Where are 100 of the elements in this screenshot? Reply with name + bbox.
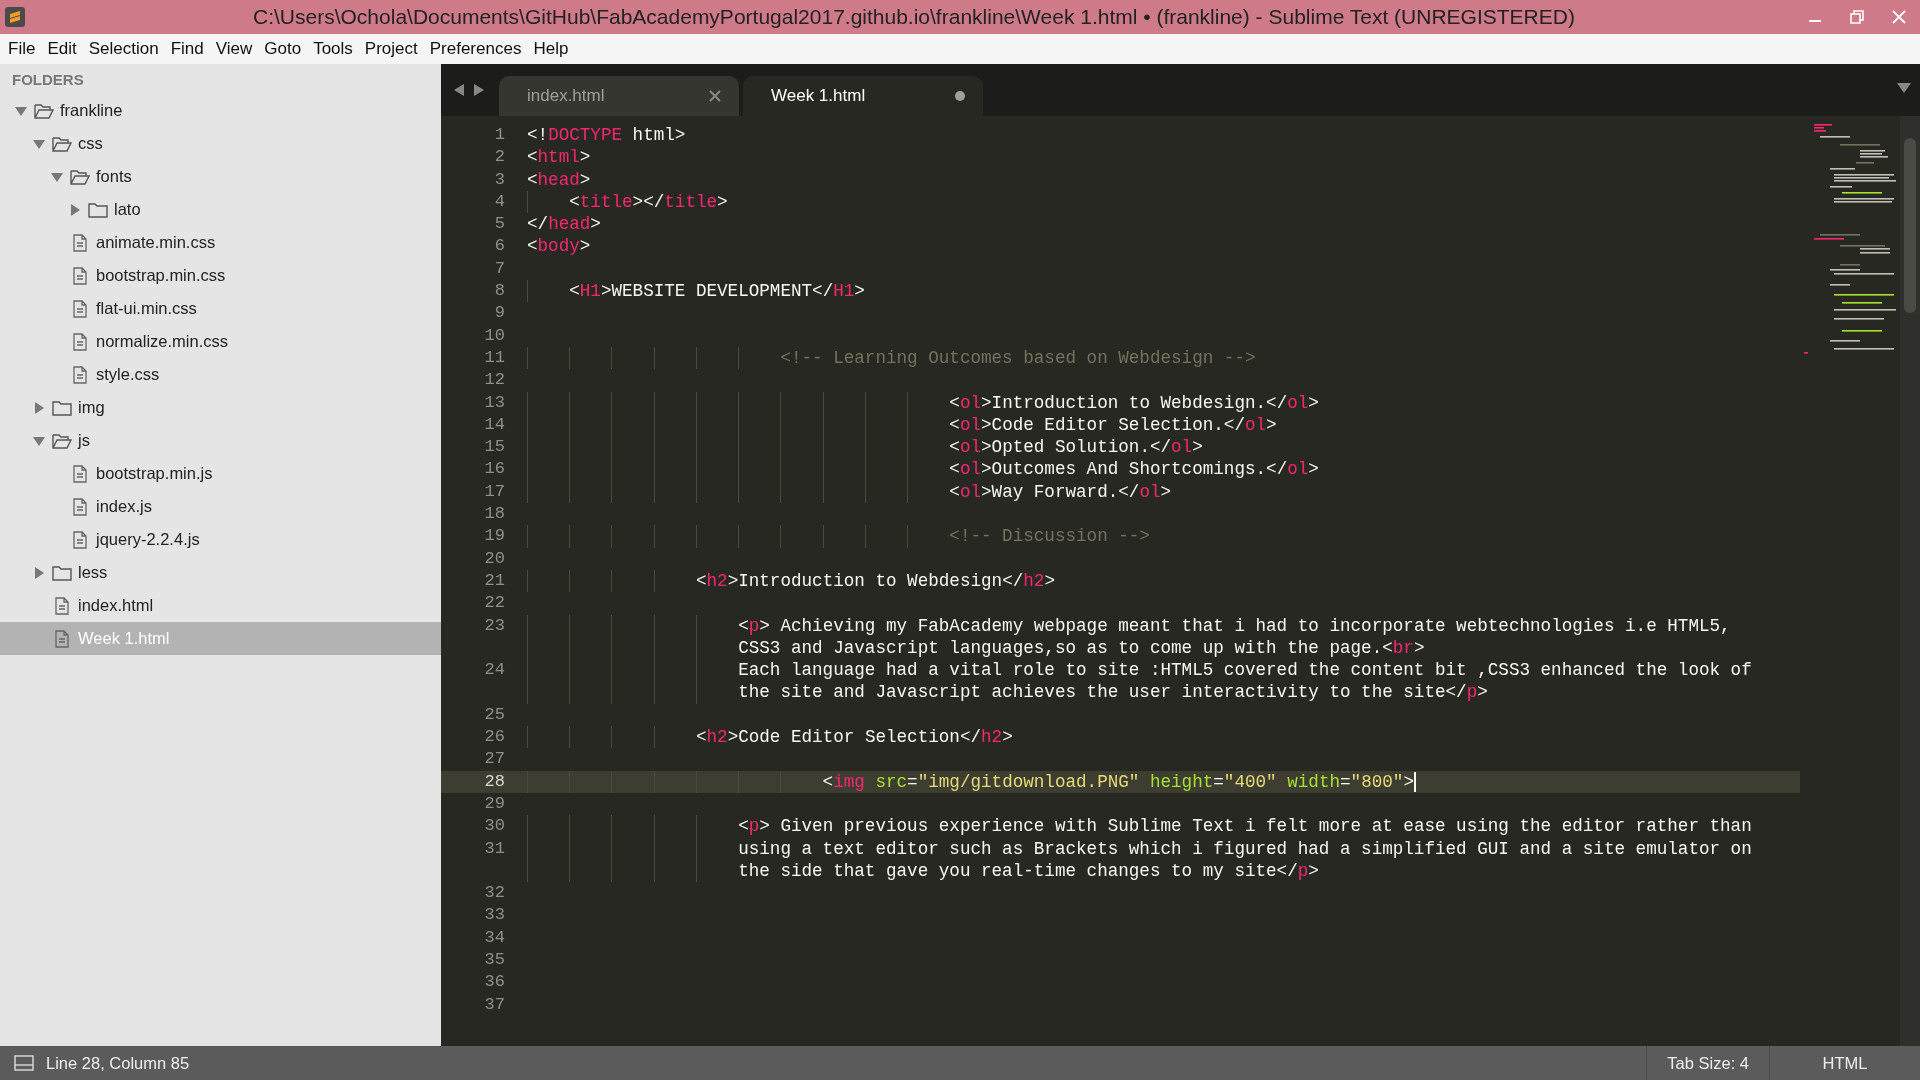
code-line: <!DOCTYPE html> [527,124,686,147]
code-line: <img src="img/gitdownload.PNG" height="400" width="800"> [821,770,1414,793]
file-icon [70,332,90,351]
tree-item[interactable]: less [0,556,441,589]
tree-item[interactable]: normalize.min.css [0,325,441,358]
code-line: <ol>Code Editor Selection.</ol> [948,413,1277,437]
open-folder-icon [52,134,72,153]
open-folder-icon [52,431,72,450]
menu-item[interactable]: Tools [307,36,359,62]
line-number: 26 [483,726,506,748]
code-line: <ol>Opted Solution.</ol> [948,436,1203,459]
tree-item[interactable]: fonts [0,160,441,193]
menu-item[interactable]: Preferences [423,36,528,62]
code-line: using a text editor such as Brackets which i figured had a simplified GUI and a site emulator on [737,837,1752,860]
file-icon [70,464,90,483]
line-number: 15 [483,436,506,459]
dropdown-icon[interactable] [1896,82,1912,94]
line-number: 18 [483,503,506,526]
line-number: 4 [493,190,506,213]
code-line: <head> [527,168,591,191]
tree-item[interactable]: bootstrap.min.js [0,457,441,490]
sidebar-header: FOLDERS [11,70,85,90]
file-icon [70,299,90,318]
line-number: 32 [483,882,506,905]
tree-item[interactable]: index.html [0,589,441,622]
code-line: <!-- Learning Outcomes based on Webdesign --> [779,346,1256,370]
syntax-indicator[interactable]: HTML [1769,1046,1920,1080]
line-number: 3 [493,168,506,191]
back-icon[interactable] [453,83,465,97]
line-number: 23 [483,614,506,637]
line-number: 10 [483,324,506,347]
menu-item[interactable]: Edit [41,36,83,62]
code-line: <p> Achieving my FabAcademy webpage meant that i had to incorporate webtechnologies i.e HTML5, [737,614,1731,637]
line-number: 31 [483,837,506,860]
line-number: 21 [483,569,506,592]
code-line: <html> [527,146,591,169]
code-line: <h2>Code Editor Selection</h2> [694,726,1013,749]
code-line: <title></title> [568,190,728,214]
file-icon [70,233,90,252]
tree-item[interactable]: jquery-2.2.4.js [0,523,441,556]
text-cursor [1413,771,1416,792]
folder-icon [52,563,72,582]
file-icon [70,266,90,285]
line-number: 25 [483,703,506,726]
code-line: Each language had a vital role to site :HTML5 covered the content bit ,CSS3 enhanced the look of [737,659,1752,682]
menu-item[interactable]: Selection [82,36,165,62]
forward-icon[interactable] [473,83,485,97]
menu-item[interactable]: Find [164,36,210,62]
line-number: 2 [493,146,506,169]
tree-item[interactable]: frankline [0,94,441,127]
menu-item[interactable]: Help [527,36,575,62]
line-number: 19 [483,525,506,548]
tree-item[interactable]: flat-ui.min.css [0,292,441,325]
line-number: 27 [483,748,506,771]
scrollbar-thumb[interactable] [1904,138,1916,313]
window-title: C:\Users\Ochola\Documents\GitHub\FabAcademyPortugal2017.github.io\frankline\Week 1.html • (frankline) - Sublime Text (UNREGISTERED) [252,5,1576,29]
collapsed-arrow-icon[interactable] [32,400,46,415]
line-number: 9 [493,302,506,325]
line-number: 8 [493,280,506,303]
tree-item[interactable]: js [0,424,441,457]
tree-item[interactable]: bootstrap.min.css [0,259,441,292]
line-number: 30 [483,815,506,838]
collapsed-arrow-icon[interactable] [32,565,46,580]
menu-item[interactable]: File [2,36,42,62]
open-folder-icon [34,101,54,120]
tree-item[interactable]: style.css [0,358,441,391]
code-line: <p> Given previous experience with Sublime Text i felt more at ease using the editor rather than [737,815,1752,838]
close-icon[interactable] [709,90,721,102]
code-line: <H1>WEBSITE DEVELOPMENT</H1> [568,280,865,303]
line-number: 7 [493,257,506,280]
collapsed-arrow-icon[interactable] [68,202,82,217]
menu-item[interactable]: Project [358,36,424,62]
line-number: 12 [483,369,506,392]
open-folder-icon [70,167,90,186]
editor-tab[interactable]: index.html [499,76,739,116]
code-line: <ol>Outcomes And Shortcomings.</ol> [948,458,1319,481]
tree-item[interactable]: lato [0,193,441,226]
line-number: 20 [483,547,506,570]
menu-item[interactable]: View [209,36,259,62]
line-number: 14 [483,413,506,436]
panel-icon[interactable] [14,1055,34,1071]
line-number: 17 [483,480,506,503]
line-number: 24 [483,659,506,682]
restore-icon[interactable] [1849,9,1865,25]
folder-icon [88,200,108,219]
tree-item[interactable]: css [0,127,441,160]
tree-item[interactable]: index.js [0,490,441,523]
tree-item[interactable]: animate.min.css [0,226,441,259]
file-icon [52,596,72,615]
code-line: the site and Javascript achieves the user interactivity to the site</p> [737,681,1488,704]
editor-tab[interactable]: Week 1.html [743,76,983,116]
app-icon [4,6,26,28]
line-number: 11 [483,346,506,369]
menu-item[interactable]: Goto [258,36,308,62]
tree-item[interactable]: img [0,391,441,424]
cursor-position: Line 28, Column 85 [46,1053,190,1073]
line-number: 5 [493,213,506,236]
tab-size-indicator[interactable]: Tab Size: 4 [1646,1046,1769,1080]
code-line: </head> [527,213,601,236]
file-icon [70,497,90,516]
